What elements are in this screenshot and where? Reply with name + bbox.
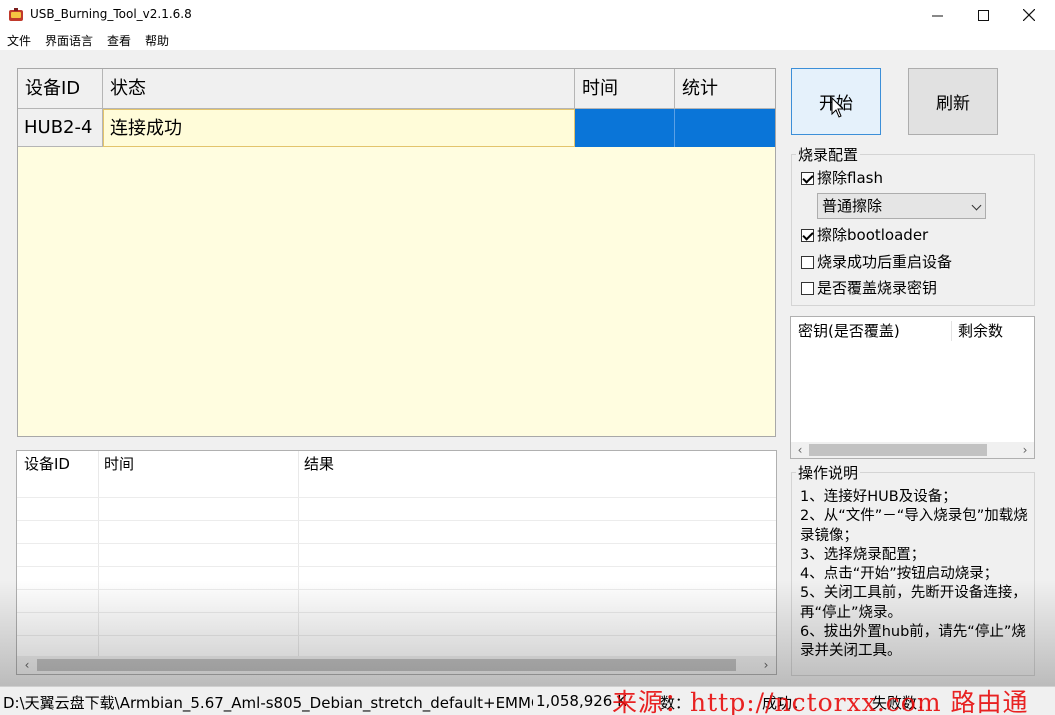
instructions-title: 操作说明 bbox=[796, 464, 861, 482]
result-column-device-id[interactable]: 设备ID bbox=[17, 451, 70, 477]
maximize-icon bbox=[977, 9, 989, 21]
instruction-line: 5、关闭工具前，先断开设备连接，再“停止”烧录。 bbox=[800, 585, 1027, 621]
menu-view[interactable]: 查看 bbox=[107, 32, 131, 49]
minimize-icon bbox=[931, 15, 943, 16]
scroll-thumb[interactable] bbox=[809, 444, 987, 456]
device-id-cell: HUB2-4 bbox=[18, 109, 103, 147]
row-line bbox=[17, 543, 776, 544]
refresh-button[interactable]: 刷新 bbox=[908, 68, 998, 135]
instruction-line: 3、选择烧录配置； bbox=[800, 546, 926, 563]
row-line bbox=[17, 612, 776, 613]
checkbox-checked-icon bbox=[801, 171, 814, 185]
key-hscrollbar[interactable]: ‹ › bbox=[791, 442, 1034, 458]
checkbox-unchecked-icon bbox=[801, 281, 814, 295]
reboot-after-checkbox[interactable]: 烧录成功后重启设备 bbox=[801, 253, 952, 271]
row-line bbox=[17, 589, 776, 590]
key-list[interactable]: 密钥(是否覆盖) 剩余数 ‹ › bbox=[790, 316, 1035, 459]
minimize-button[interactable] bbox=[914, 0, 960, 30]
checkbox-checked-icon bbox=[801, 228, 814, 242]
key-column-key[interactable]: 密钥(是否覆盖) bbox=[791, 317, 900, 345]
column-time[interactable]: 时间 bbox=[575, 69, 675, 109]
result-list[interactable]: 设备ID 时间 结果 ‹ › bbox=[16, 450, 777, 675]
instructions-text: 1、连接好HUB及设备； 2、从“文件”－“导入烧录包”加载烧录镜像； 3、选择… bbox=[800, 488, 1032, 662]
menu-bar: 文件 界面语言 查看 帮助 bbox=[0, 30, 1055, 50]
row-line bbox=[17, 520, 776, 521]
window-title: USB_Burning_Tool_v2.1.6.8 bbox=[30, 7, 192, 21]
column-status[interactable]: 状态 bbox=[103, 69, 575, 109]
instruction-line: 6、拔出外置hub前，请先“停止”烧录并关闭工具。 bbox=[800, 624, 1026, 660]
overwrite-key-checkbox[interactable]: 是否覆盖烧录密钥 bbox=[801, 279, 937, 297]
column-stat[interactable]: 统计 bbox=[675, 69, 775, 109]
device-row[interactable]: HUB2-4 连接成功 bbox=[18, 109, 775, 147]
instruction-line: 4、点击“开始”按钮启动烧录； bbox=[800, 566, 999, 583]
mouse-cursor-icon bbox=[831, 97, 845, 118]
scroll-thumb[interactable] bbox=[37, 659, 736, 671]
chevron-down-icon bbox=[971, 200, 982, 211]
erase-mode-select[interactable]: 普通擦除 bbox=[817, 193, 986, 219]
row-line bbox=[17, 566, 776, 567]
instruction-line: 2、从“文件”－“导入烧录包”加载烧录镜像； bbox=[800, 508, 1028, 544]
close-icon bbox=[1023, 9, 1035, 21]
maximize-button[interactable] bbox=[960, 0, 1006, 30]
result-list-header: 设备ID 时间 结果 bbox=[17, 451, 776, 477]
device-grid-header: 设备ID 状态 时间 统计 bbox=[18, 69, 775, 109]
close-button[interactable] bbox=[1006, 0, 1052, 30]
menu-help[interactable]: 帮助 bbox=[145, 32, 169, 49]
column-divider bbox=[98, 451, 99, 656]
scroll-left-icon[interactable]: ‹ bbox=[792, 443, 808, 457]
erase-bootloader-label: 擦除bootloader bbox=[817, 226, 929, 244]
burn-config-title: 烧录配置 bbox=[796, 146, 861, 164]
package-path: D:\天翼云盘下载\Armbian_5.67_Aml-s805_Debian_s… bbox=[3, 694, 533, 712]
row-line bbox=[17, 497, 776, 498]
scroll-right-icon[interactable]: › bbox=[758, 658, 774, 672]
erase-flash-label: 擦除flash bbox=[817, 169, 883, 187]
device-time-cell bbox=[575, 109, 675, 147]
watermark-text: 来源：http://nctorxx.com 路由通 bbox=[612, 688, 1029, 715]
key-column-remaining[interactable]: 剩余数 bbox=[951, 317, 1003, 345]
row-line bbox=[17, 635, 776, 636]
reboot-after-label: 烧录成功后重启设备 bbox=[817, 253, 953, 271]
result-column-time[interactable]: 时间 bbox=[97, 451, 134, 477]
title-bar: USB_Burning_Tool_v2.1.6.8 bbox=[0, 0, 1055, 30]
overwrite-key-label: 是否覆盖烧录密钥 bbox=[817, 279, 938, 297]
column-divider bbox=[298, 451, 299, 656]
menu-language[interactable]: 界面语言 bbox=[45, 32, 93, 49]
result-hscrollbar[interactable]: ‹ › bbox=[17, 656, 776, 674]
app-icon bbox=[9, 8, 23, 21]
menu-file[interactable]: 文件 bbox=[7, 32, 31, 49]
instruction-line: 1、连接好HUB及设备； bbox=[800, 489, 957, 505]
scroll-left-icon[interactable]: ‹ bbox=[19, 658, 35, 672]
scroll-right-icon[interactable]: › bbox=[1017, 443, 1033, 457]
column-device-id[interactable]: 设备ID bbox=[18, 69, 103, 109]
erase-flash-checkbox[interactable]: 擦除flash bbox=[801, 169, 883, 187]
erase-bootloader-checkbox[interactable]: 擦除bootloader bbox=[801, 226, 928, 244]
checkbox-unchecked-icon bbox=[801, 255, 814, 269]
erase-mode-value: 普通擦除 bbox=[822, 197, 883, 215]
result-column-result[interactable]: 结果 bbox=[297, 451, 334, 477]
device-status-cell: 连接成功 bbox=[103, 109, 575, 147]
device-stat-cell bbox=[675, 109, 775, 147]
device-grid: 设备ID 状态 时间 统计 HUB2-4 连接成功 bbox=[17, 68, 776, 437]
